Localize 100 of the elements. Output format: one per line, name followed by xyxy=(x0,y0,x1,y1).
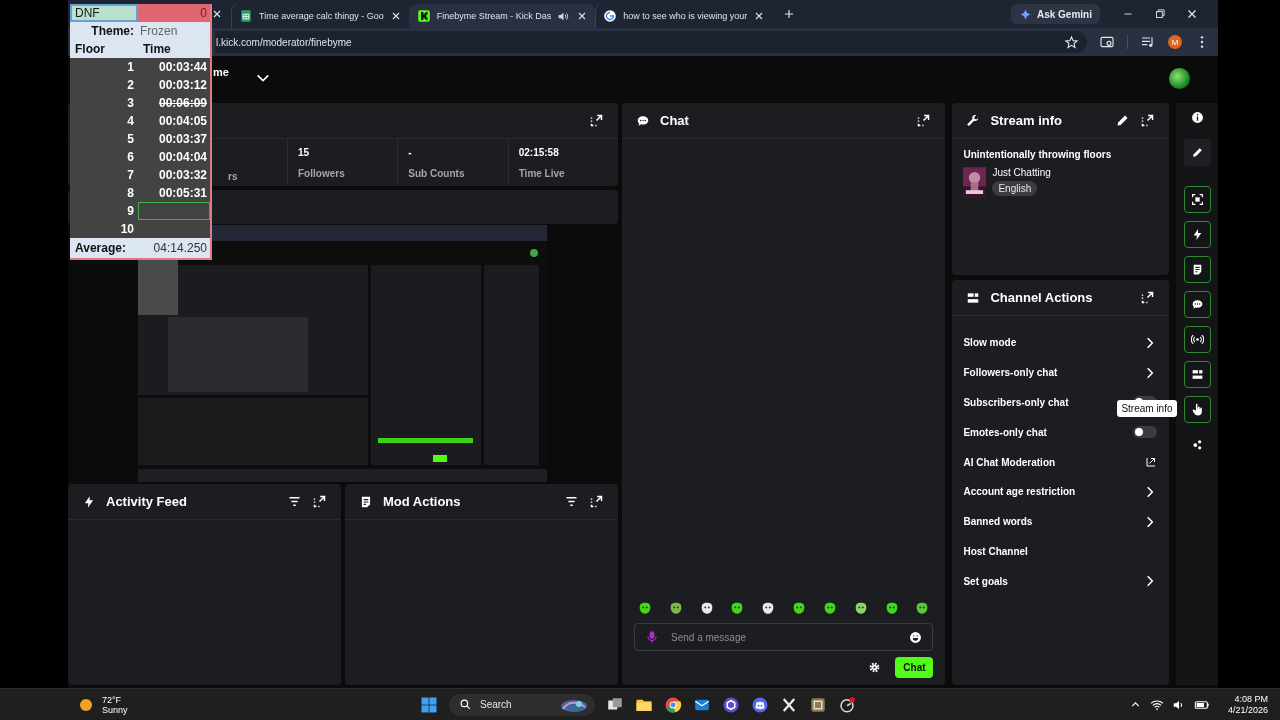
sheet-cell[interactable]: 10 xyxy=(70,220,138,238)
filter-icon[interactable] xyxy=(564,494,579,509)
gauge-app-icon[interactable] xyxy=(838,695,856,714)
clock-time[interactable]: 4:08 PM xyxy=(1234,693,1268,705)
emote-icon[interactable] xyxy=(884,601,899,615)
message-field[interactable]: Send a message xyxy=(634,623,934,651)
popout-icon[interactable] xyxy=(312,494,327,509)
emote-icon[interactable] xyxy=(853,601,868,615)
sheet-cell[interactable]: 4 xyxy=(70,112,138,130)
action-label: Slow mode xyxy=(963,337,1017,349)
sheet-cell[interactable]: 00:03:44 xyxy=(138,58,210,76)
sheet-cell[interactable]: 2 xyxy=(70,76,138,94)
tab-close-icon[interactable] xyxy=(211,8,223,20)
popout-icon[interactable] xyxy=(589,494,604,509)
sheet-cell[interactable]: 00:03:32 xyxy=(138,166,210,184)
shield-app-icon[interactable] xyxy=(722,695,740,714)
chat-button[interactable]: Chat xyxy=(895,657,934,678)
sheet-cell[interactable]: 00:04:05 xyxy=(138,112,210,130)
chrome-icon[interactable] xyxy=(664,695,682,714)
sheet-cell[interactable]: 8 xyxy=(70,184,138,202)
rail-button[interactable] xyxy=(1183,186,1211,213)
emote-icon[interactable] xyxy=(915,601,930,615)
sheet-cell[interactable]: 00:03:12 xyxy=(138,76,210,94)
external-link-icon[interactable] xyxy=(1145,456,1158,469)
browser-tab[interactable]: Finebyme Stream - Kick Das xyxy=(408,4,596,28)
discord-icon[interactable] xyxy=(751,695,769,714)
rail-button[interactable] xyxy=(1183,139,1211,166)
bookmark-star-icon[interactable] xyxy=(1064,34,1079,50)
rail-button[interactable] xyxy=(1183,221,1211,248)
rail-button[interactable] xyxy=(1183,361,1211,388)
tooltip: Stream info xyxy=(1117,400,1177,417)
action-label: Emotes-only chat xyxy=(963,426,1047,438)
sheet-cell[interactable]: 6 xyxy=(70,148,138,166)
gemini-button[interactable]: Ask Gemini xyxy=(1010,4,1100,24)
sheet-cell[interactable]: 7 xyxy=(70,166,138,184)
action-label: Host Channel xyxy=(963,545,1028,557)
channel-name[interactable]: me xyxy=(213,66,229,78)
start-icon[interactable] xyxy=(420,695,438,714)
stream-title: Unintentionally throwing floors xyxy=(963,149,1113,160)
column-header: Floor xyxy=(70,40,138,58)
emote-icon[interactable] xyxy=(792,601,807,615)
sheet-cell[interactable]: 04:14.250 xyxy=(138,238,210,258)
sheet-cell[interactable] xyxy=(138,202,210,220)
media-queue-icon[interactable] xyxy=(1140,34,1156,50)
stat-label: rs xyxy=(228,171,239,182)
emote-icon[interactable] xyxy=(668,601,683,615)
emoji-icon[interactable] xyxy=(909,630,923,644)
sheet-cell[interactable]: 00:05:31 xyxy=(138,184,210,202)
stat-value: 02:15:58 xyxy=(518,146,560,158)
sheet-cell[interactable]: DNF xyxy=(70,4,138,22)
panel-title: Channel Actions xyxy=(990,290,1093,305)
sheet-cell[interactable]: 3 xyxy=(70,94,138,112)
emote-icon[interactable] xyxy=(822,601,837,615)
tab-title: Finebyme Stream - Kick Das xyxy=(436,11,552,21)
sheet-cell[interactable]: 9 xyxy=(70,202,138,220)
sheet-cell[interactable]: Average: xyxy=(70,238,138,258)
popout-icon[interactable] xyxy=(916,113,932,128)
rail-button[interactable] xyxy=(1183,256,1211,283)
sheet-cell[interactable]: 00:06:09 xyxy=(138,94,210,112)
emote-icon[interactable] xyxy=(699,601,714,615)
toggle-switch[interactable] xyxy=(1133,426,1158,439)
search-field[interactable]: Search xyxy=(449,693,595,716)
square-app-icon[interactable] xyxy=(809,695,827,714)
popout-icon[interactable] xyxy=(1140,113,1156,128)
favicon-icon xyxy=(603,9,618,23)
sun-icon[interactable] xyxy=(78,696,94,713)
clock-date[interactable]: 4/21/2026 xyxy=(1227,704,1268,716)
chat-bubble-icon xyxy=(636,113,650,128)
user-avatar[interactable] xyxy=(1169,67,1190,89)
category-link[interactable]: Just Chatting xyxy=(992,167,1051,178)
filter-icon[interactable] xyxy=(287,494,302,509)
settings-icon[interactable] xyxy=(868,661,882,674)
favicon-icon xyxy=(416,9,431,23)
emote-icon[interactable] xyxy=(761,601,776,615)
sheet-cell[interactable]: 00:04:04 xyxy=(138,148,210,166)
rail-button[interactable] xyxy=(1183,291,1211,318)
cross-app-icon[interactable] xyxy=(780,695,798,714)
sparkle-icon xyxy=(1018,7,1032,21)
hand-pointer-icon xyxy=(1190,403,1204,416)
microphone-icon[interactable] xyxy=(645,630,659,644)
stat-value: - xyxy=(408,146,413,158)
rail-button[interactable] xyxy=(1183,326,1211,353)
sheet-cell[interactable] xyxy=(138,220,210,238)
sheet-cell[interactable]: 5 xyxy=(70,130,138,148)
message-input[interactable]: Send a message xyxy=(669,630,900,644)
sheet-cell[interactable]: Theme: xyxy=(70,22,138,40)
wifi-icon[interactable] xyxy=(1149,697,1164,712)
sheet-cell[interactable]: 1 xyxy=(70,58,138,76)
document-icon xyxy=(359,494,373,509)
screen-search-icon[interactable] xyxy=(1099,34,1115,50)
popout-icon[interactable] xyxy=(589,113,604,128)
sheet-cell[interactable]: 00:03:37 xyxy=(138,130,210,148)
sheet-cell[interactable]: Frozen xyxy=(138,22,210,40)
favicon-icon xyxy=(239,9,253,23)
popout-icon[interactable] xyxy=(1140,290,1156,305)
action-label: Set goals xyxy=(963,575,1008,587)
emote-icon[interactable] xyxy=(638,601,652,615)
restore-icon[interactable] xyxy=(1153,7,1167,21)
address-field[interactable]: l.kick.com/moderator/finebyme xyxy=(215,31,1087,53)
emote-icon[interactable] xyxy=(730,601,745,615)
